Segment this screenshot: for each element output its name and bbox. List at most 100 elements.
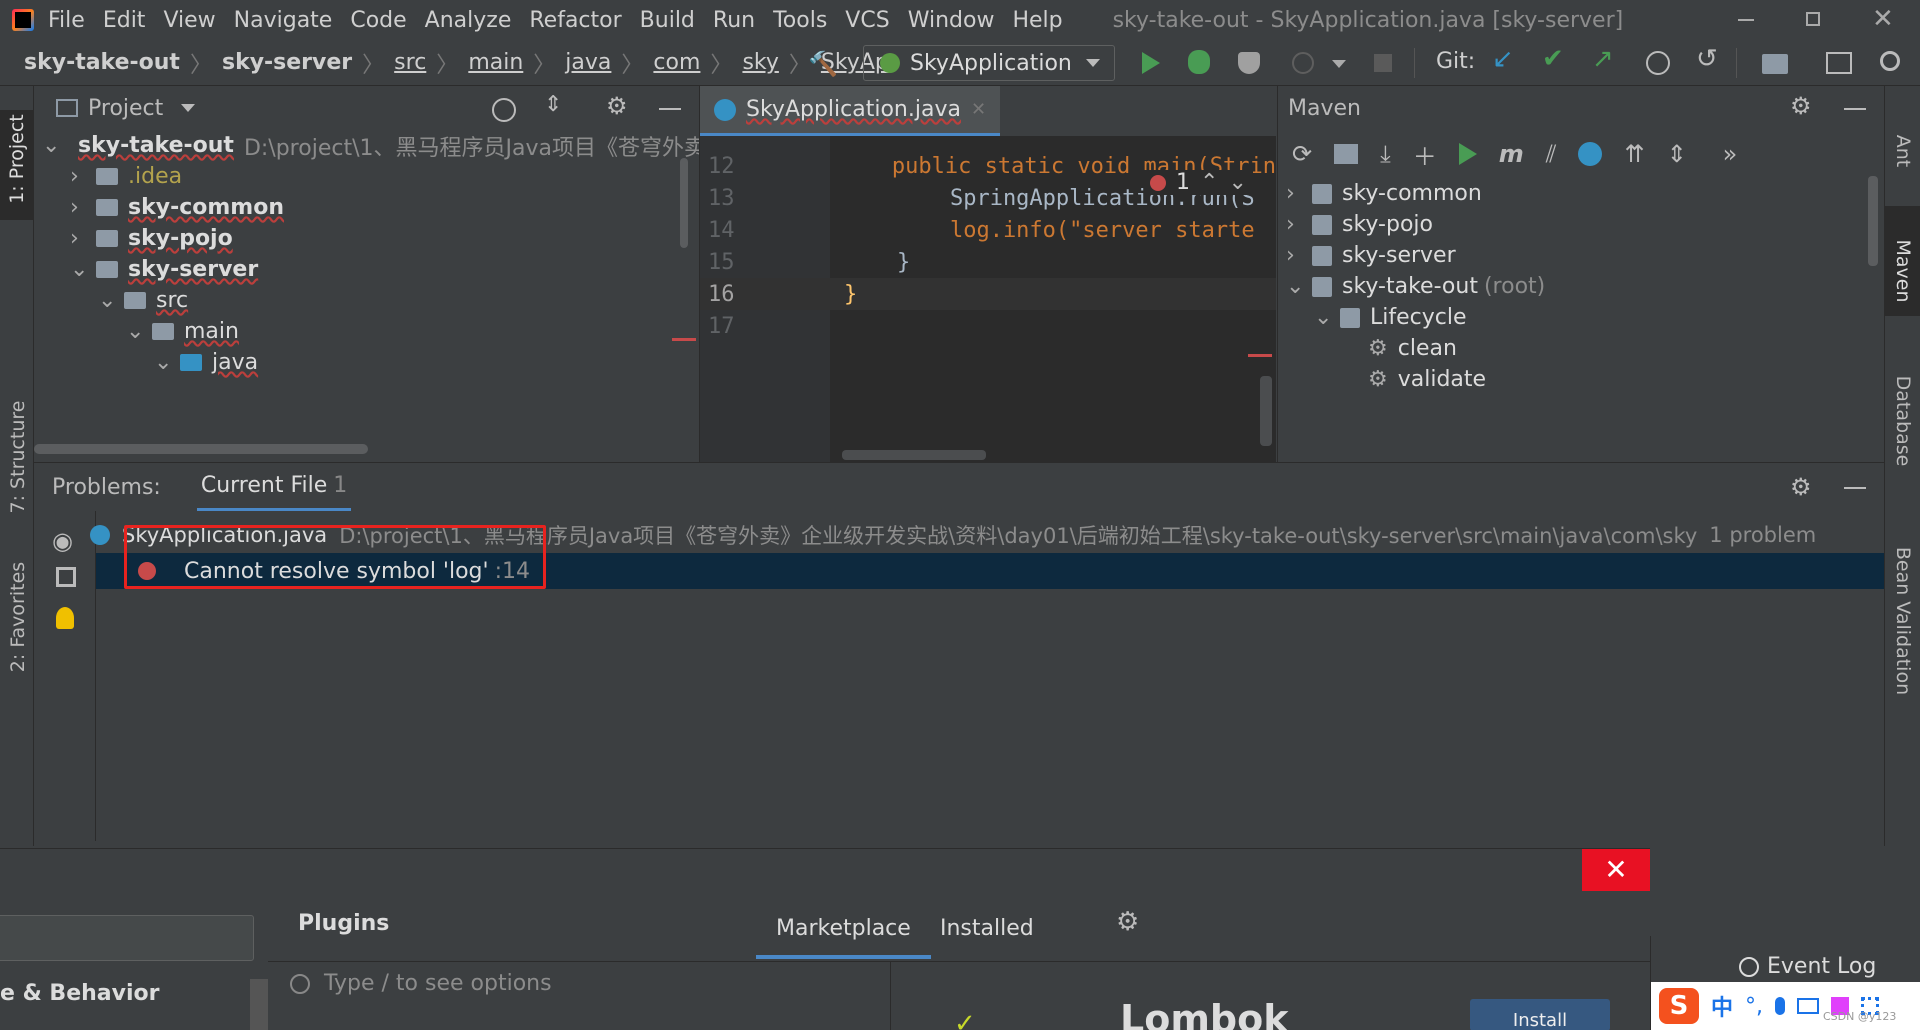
lightbulb-icon[interactable] — [56, 607, 74, 629]
profiler-dropdown-icon[interactable] — [1332, 60, 1346, 68]
event-log-button[interactable]: Event Log — [1739, 954, 1876, 979]
tab-maven[interactable]: Maven — [1885, 206, 1920, 316]
stop-icon[interactable] — [1374, 54, 1392, 72]
chevron-down-icon[interactable]: ⌄ — [126, 319, 144, 344]
project-panel-title[interactable]: Project — [88, 96, 163, 121]
settings-gear-icon[interactable]: ⚙ — [1790, 92, 1812, 120]
chevron-down-icon[interactable]: ⌄ — [1314, 305, 1332, 330]
chevron-down-icon[interactable]: ⌄ — [98, 288, 116, 313]
hide-panel-icon[interactable] — [1844, 487, 1866, 489]
maven-tree-item[interactable]: › sky-server — [1278, 240, 1884, 271]
tab-structure[interactable]: 7: Structure — [0, 396, 34, 526]
chevron-down-icon[interactable] — [181, 104, 196, 112]
project-tree-item[interactable]: ⌄ sky-server — [34, 254, 699, 285]
download-icon[interactable]: ⤓ — [1380, 140, 1391, 168]
toggle-offline-icon[interactable]: ⫽ — [1546, 140, 1557, 168]
run-icon[interactable] — [1142, 52, 1160, 74]
project-tree-item[interactable]: ⌄ src — [34, 285, 699, 316]
breadcrumb-item[interactable]: main — [468, 50, 523, 75]
project-tree-item[interactable]: › sky-pojo — [34, 223, 699, 254]
plugin-search-row[interactable]: Type / to see options — [290, 971, 552, 996]
menu-item-analyze[interactable]: Analyze — [425, 8, 512, 33]
presentation-icon[interactable] — [1826, 52, 1852, 74]
close-tab-icon[interactable]: ✕ — [971, 99, 986, 120]
tab-installed[interactable]: Installed — [940, 916, 1034, 941]
breadcrumb-item[interactable]: sky-server — [222, 50, 352, 75]
search-icon[interactable] — [1880, 51, 1900, 71]
project-tree-item[interactable]: ⌄ sky-take-out D:\project\1、黑马程序员Java项目《苍穹… — [34, 130, 699, 161]
hide-panel-icon[interactable] — [659, 108, 681, 110]
breadcrumb-item[interactable]: java — [565, 50, 611, 75]
reload-icon[interactable]: ⟳ — [1292, 140, 1312, 168]
menu-item-code[interactable]: Code — [350, 8, 406, 33]
add-icon[interactable]: ＋ — [1413, 137, 1437, 172]
sogou-icon[interactable]: S — [1659, 988, 1699, 1024]
git-commit-icon[interactable]: ✔ — [1542, 44, 1564, 74]
chevron-down-icon[interactable]: ⌄ — [154, 350, 172, 375]
project-tree-item[interactable]: › sky-common — [34, 192, 699, 223]
menu-item-refactor[interactable]: Refactor — [529, 8, 621, 33]
debug-icon[interactable] — [1188, 50, 1210, 74]
maven-tree-item[interactable]: › sky-pojo — [1278, 209, 1884, 240]
project-tree-item[interactable]: ⌄ java — [34, 347, 699, 378]
maven-goal-icon[interactable]: m — [1499, 140, 1524, 168]
menu-item-view[interactable]: View — [163, 8, 215, 33]
more-icon[interactable]: » — [1723, 140, 1738, 168]
restore-button[interactable] — [1806, 12, 1820, 26]
menu-item-run[interactable]: Run — [713, 8, 755, 33]
horizontal-scrollbar[interactable] — [34, 444, 368, 454]
settings-gear-icon[interactable]: ⚙ — [1116, 907, 1139, 937]
menu-item-file[interactable]: File — [48, 8, 85, 33]
editor-hscrollbar[interactable] — [842, 450, 986, 460]
generate-sources-icon[interactable] — [1334, 144, 1359, 164]
profiler-icon[interactable] — [1292, 52, 1314, 74]
chevron-right-icon[interactable]: › — [70, 164, 86, 189]
plugins-close-button[interactable]: ✕ — [1582, 849, 1650, 891]
editor-scrollbar[interactable] — [1260, 376, 1272, 446]
eye-icon[interactable]: ◉ — [52, 527, 73, 555]
tab-bean-validation[interactable]: Bean Validation — [1885, 506, 1920, 696]
tab-favorites[interactable]: 2: Favorites — [0, 556, 34, 686]
maven-tree-item[interactable]: ⌄ sky-take-out (root) — [1278, 271, 1884, 302]
locate-icon[interactable] — [492, 98, 516, 122]
minimize-button[interactable] — [1738, 19, 1754, 21]
skip-tests-icon[interactable] — [1578, 142, 1603, 166]
menu-item-window[interactable]: Window — [908, 8, 995, 33]
next-highlight-icon[interactable]: ⌄ — [1228, 170, 1246, 195]
code-line[interactable]: 14 log.info("server starte — [700, 214, 1276, 246]
vertical-scrollbar[interactable] — [680, 158, 688, 248]
settings-gear-icon[interactable]: ⚙ — [1790, 473, 1812, 501]
settings-search-input[interactable] — [0, 915, 254, 961]
code-line[interactable]: 17 — [700, 310, 1276, 342]
breadcrumb-item[interactable]: sky-take-out — [24, 50, 180, 75]
keyboard-icon[interactable] — [1797, 998, 1820, 1014]
menu-item-edit[interactable]: Edit — [103, 8, 146, 33]
chevron-right-icon[interactable]: › — [1286, 212, 1302, 237]
microphone-icon[interactable] — [1775, 997, 1786, 1015]
breadcrumb-item[interactable]: com — [653, 50, 700, 75]
chevron-down-icon[interactable]: ⌄ — [1286, 274, 1304, 299]
collapse-all-icon[interactable]: ⇕ — [1667, 140, 1687, 168]
git-update-icon[interactable]: ↙ — [1492, 44, 1514, 74]
previous-highlight-icon[interactable]: ⌃ — [1200, 170, 1218, 195]
rollback-icon[interactable]: ↺ — [1696, 44, 1718, 74]
ime-mode[interactable]: 中 — [1711, 990, 1733, 1022]
tab-marketplace[interactable]: Marketplace — [756, 901, 931, 959]
punctuation-icon[interactable]: °, — [1745, 994, 1763, 1019]
show-dependencies-icon[interactable]: ⇈ — [1624, 140, 1644, 168]
chevron-down-icon[interactable]: ⌄ — [70, 257, 88, 282]
project-tree-item[interactable]: ⌄ main — [34, 316, 699, 347]
menu-item-tools[interactable]: Tools — [773, 8, 827, 33]
breadcrumb-item[interactable]: sky — [742, 50, 778, 75]
tab-database[interactable]: Database — [1885, 336, 1920, 467]
history-icon[interactable] — [1646, 51, 1670, 75]
coverage-icon[interactable] — [1238, 52, 1260, 74]
code-line[interactable]: 16} — [700, 278, 1276, 310]
hide-panel-icon[interactable] — [1844, 108, 1866, 110]
run-config-select[interactable]: SkyApplication — [863, 45, 1115, 81]
maven-tree-item[interactable]: ⌄ Lifecycle — [1278, 302, 1884, 333]
code-line[interactable]: 15 } — [700, 246, 1276, 278]
maven-scrollbar[interactable] — [1868, 176, 1878, 266]
inspection-widget[interactable]: 1 ⌃ ⌄ — [1144, 170, 1253, 195]
collapse-all-icon[interactable]: ⇕ — [544, 92, 562, 117]
